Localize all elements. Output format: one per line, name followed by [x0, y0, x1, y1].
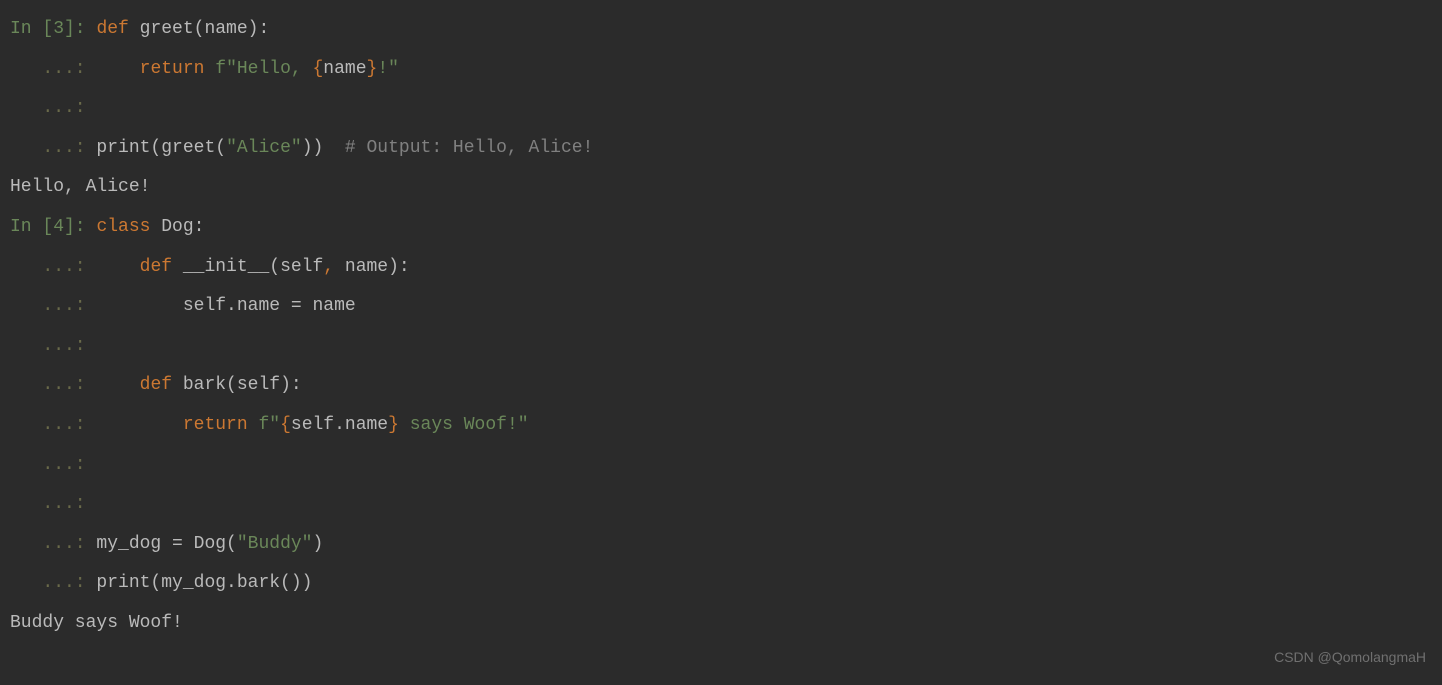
- continuation-prompt: ...:: [10, 415, 86, 435]
- code-token: {: [280, 415, 291, 435]
- code-token: [248, 415, 259, 435]
- code-token: def: [140, 257, 172, 277]
- code-token: }: [388, 415, 399, 435]
- code-token: return: [140, 59, 205, 79]
- code-line: ...:: [10, 89, 1432, 129]
- input-prompt: In [3]:: [10, 19, 86, 39]
- continuation-prompt: ...:: [10, 494, 86, 514]
- code-token: __init__(self: [172, 257, 323, 277]
- continuation-prompt: ...:: [10, 257, 86, 277]
- code-line: In [3]: def greet(name):: [10, 10, 1432, 50]
- continuation-prompt: ...:: [10, 296, 86, 316]
- code-token: )): [302, 138, 345, 158]
- code-token: says Woof!": [399, 415, 529, 435]
- code-token: ): [312, 534, 323, 554]
- ipython-terminal[interactable]: In [3]: def greet(name): ...: return f"H…: [10, 10, 1432, 644]
- code-token: "Buddy": [237, 534, 313, 554]
- code-token: [86, 415, 183, 435]
- code-token: ,: [323, 257, 334, 277]
- code-token: name: [323, 59, 366, 79]
- code-token: greet(name):: [129, 19, 269, 39]
- code-token: bark(self):: [172, 375, 302, 395]
- code-token: f"Hello,: [215, 59, 312, 79]
- code-token: def: [140, 375, 172, 395]
- code-token: return: [183, 415, 248, 435]
- code-line: ...: print(greet("Alice")) # Output: Hel…: [10, 129, 1432, 169]
- continuation-prompt: ...:: [10, 455, 86, 475]
- code-token: }: [367, 59, 378, 79]
- continuation-prompt: ...:: [10, 98, 86, 118]
- code-line: ...: def bark(self):: [10, 366, 1432, 406]
- code-line: ...:: [10, 485, 1432, 525]
- watermark: CSDN @QomolangmaH: [1274, 642, 1426, 673]
- code-token: print(my_dog.bark()): [86, 573, 313, 593]
- code-token: class: [96, 217, 150, 237]
- code-token: [204, 59, 215, 79]
- code-line: ...: return f"Hello, {name}!": [10, 50, 1432, 90]
- continuation-prompt: ...:: [10, 375, 86, 395]
- code-token: self.name = name: [86, 296, 356, 316]
- code-line: ...: def __init__(self, name):: [10, 248, 1432, 288]
- continuation-prompt: ...:: [10, 573, 86, 593]
- code-token: !": [377, 59, 399, 79]
- code-line: ...:: [10, 327, 1432, 367]
- code-token: print(greet(: [86, 138, 226, 158]
- continuation-prompt: ...:: [10, 336, 86, 356]
- code-line: ...: my_dog = Dog("Buddy"): [10, 525, 1432, 565]
- continuation-prompt: ...:: [10, 59, 86, 79]
- output-line: Buddy says Woof!: [10, 604, 1432, 644]
- code-token: name):: [334, 257, 410, 277]
- code-token: f": [258, 415, 280, 435]
- code-token: my_dog = Dog(: [86, 534, 237, 554]
- code-line: ...:: [10, 446, 1432, 486]
- code-token: [86, 19, 97, 39]
- code-token: "Alice": [226, 138, 302, 158]
- code-line: ...: return f"{self.name} says Woof!": [10, 406, 1432, 446]
- input-prompt: In [4]:: [10, 217, 86, 237]
- continuation-prompt: ...:: [10, 138, 86, 158]
- code-token: # Output: Hello, Alice!: [345, 138, 593, 158]
- continuation-prompt: ...:: [10, 534, 86, 554]
- code-token: [86, 59, 140, 79]
- code-token: Dog:: [150, 217, 204, 237]
- code-token: def: [96, 19, 128, 39]
- code-token: self.name: [291, 415, 388, 435]
- code-token: [86, 217, 97, 237]
- code-token: {: [312, 59, 323, 79]
- output-line: Hello, Alice!: [10, 168, 1432, 208]
- code-line: In [4]: class Dog:: [10, 208, 1432, 248]
- code-line: ...: print(my_dog.bark()): [10, 564, 1432, 604]
- code-line: ...: self.name = name: [10, 287, 1432, 327]
- code-token: [86, 257, 140, 277]
- code-token: [86, 375, 140, 395]
